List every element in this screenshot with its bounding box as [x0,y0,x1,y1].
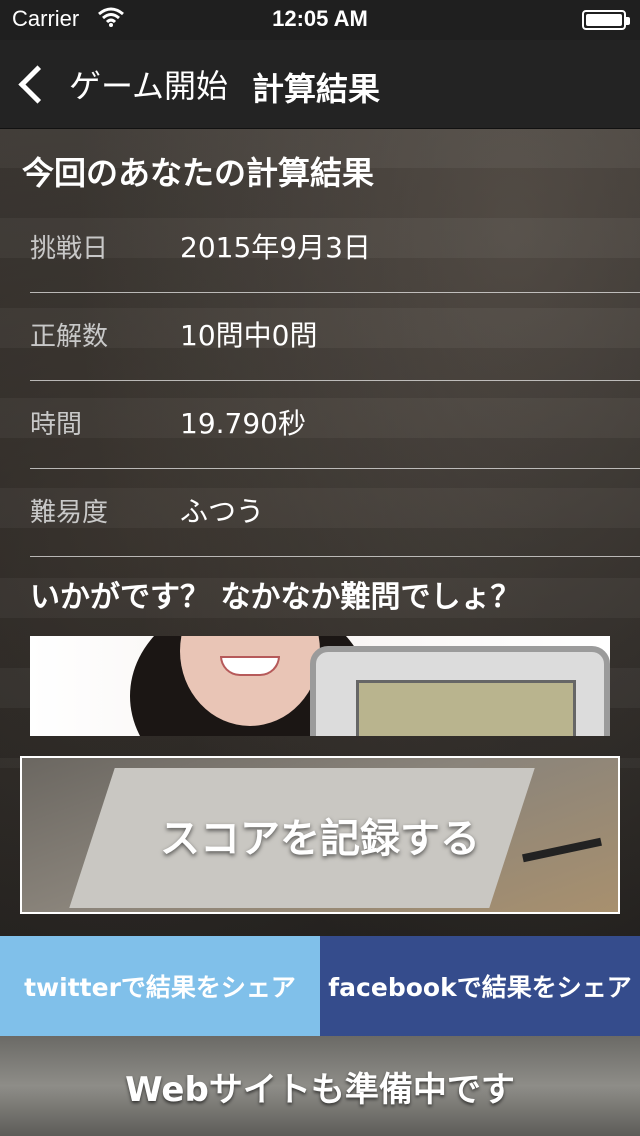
banner-tablet-screen [356,680,576,736]
result-title: 今回のあなたの計算結果 [22,154,375,192]
row-value: 10問中0問 [180,319,318,352]
record-score-button[interactable]: スコアを記録する [20,756,620,914]
clock: 12:05 AM [272,6,368,31]
banner-image [30,636,610,736]
row-label: 正解数 [30,322,109,352]
row-label: 時間 [30,410,83,440]
result-row-time: 時間 19.790秒 [30,380,640,469]
result-comment: いかがです？ なかなか難問でしょ？ [30,580,521,615]
website-button[interactable]: Webサイトも準備中です [0,1036,640,1136]
row-value: 19.790秒 [180,407,306,440]
row-value: ふつう [180,495,265,528]
record-score-label: スコアを記録する [160,816,480,862]
back-button-label: ゲーム開始 [69,67,229,105]
row-value: 2015年9月3日 [180,231,371,264]
chevron-left-icon [18,64,57,104]
row-label: 難易度 [30,498,109,528]
back-button[interactable]: ゲーム開始 [14,58,228,110]
banner-tablet [310,646,610,736]
facebook-share-button[interactable]: facebookで結果をシェア [320,936,640,1036]
twitter-share-button[interactable]: twitterで結果をシェア [0,936,320,1036]
result-row-date: 挑戦日 2015年9月3日 [30,204,640,293]
result-row-correct: 正解数 10問中0問 [30,292,640,381]
battery-icon [582,10,630,30]
battery-level [586,14,622,26]
website-label: Webサイトも準備中です [125,1069,515,1110]
row-label: 挑戦日 [30,234,109,264]
page-title: 計算結果 [252,70,381,108]
status-bar: Carrier 12:05 AM [0,0,640,40]
navigation-bar: ゲーム開始 計算結果 [0,40,640,129]
result-row-difficulty: 難易度 ふつう [30,468,640,557]
